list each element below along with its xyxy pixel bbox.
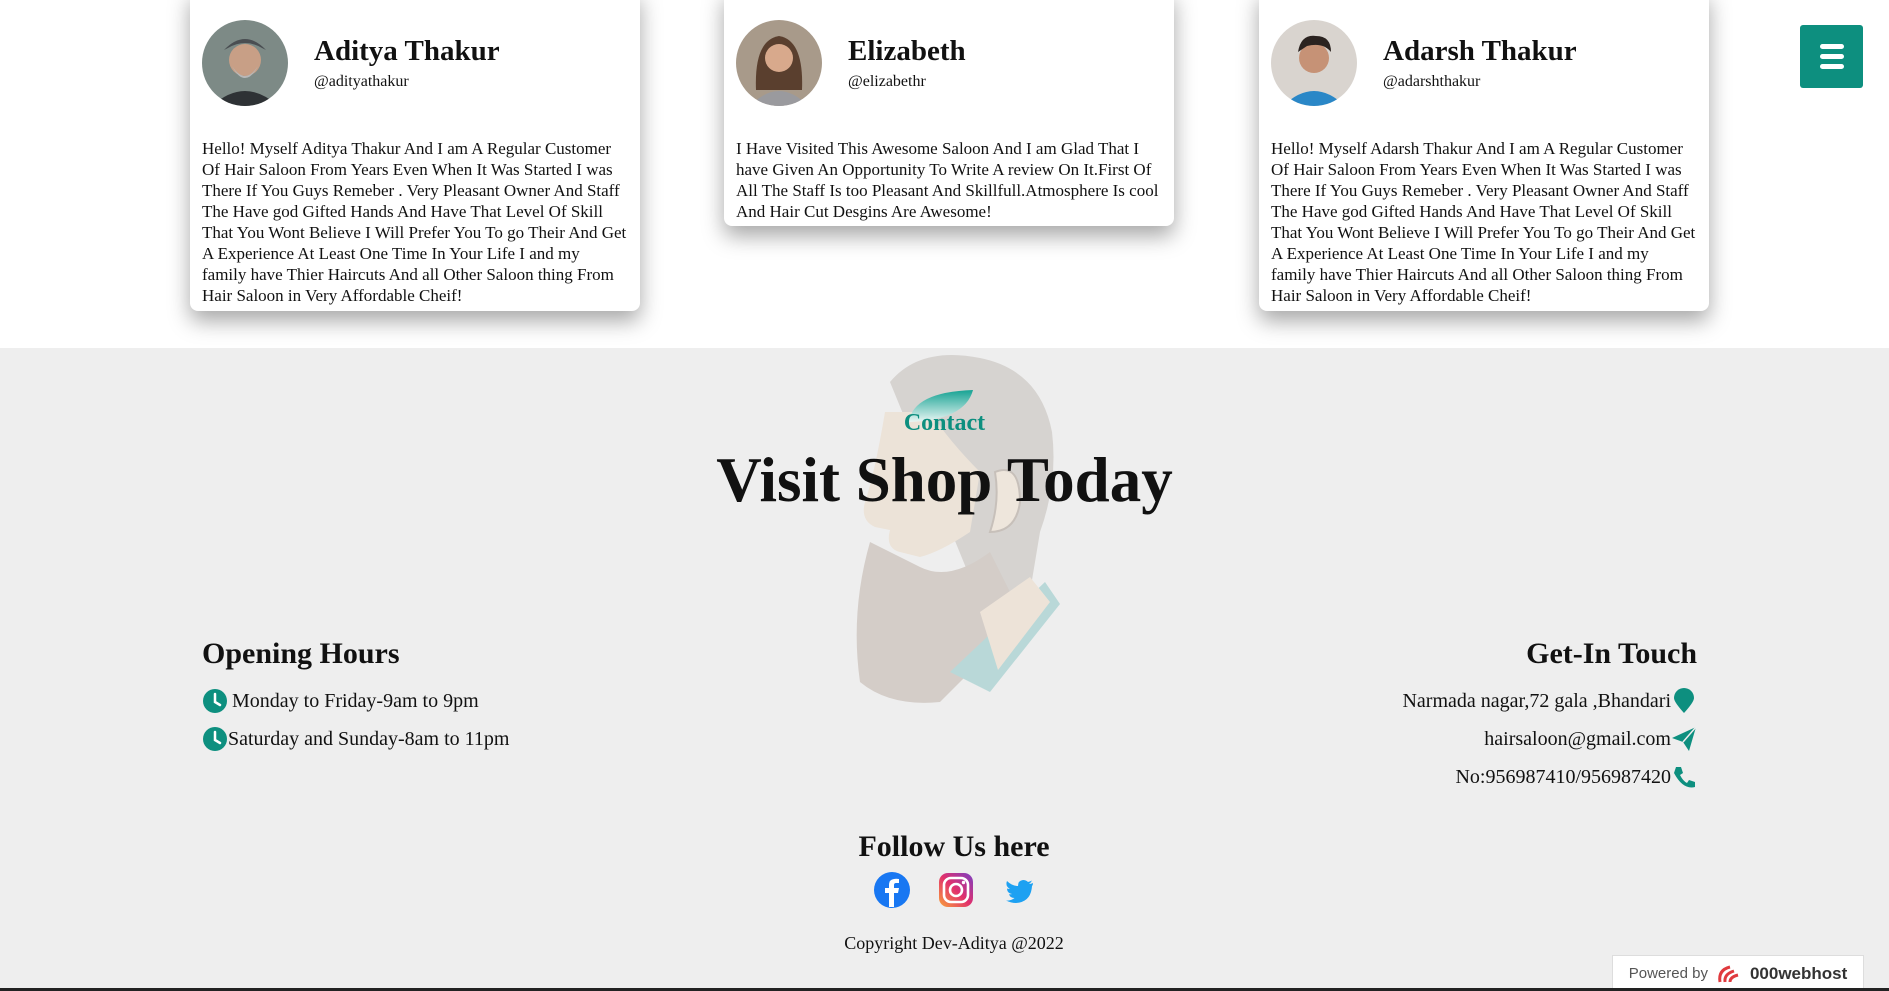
email-link[interactable]: hairsaloon@gmail.com bbox=[1484, 720, 1671, 758]
clock-icon bbox=[202, 688, 228, 714]
review-text: Hello! Myself Adarsh Thakur And I am A R… bbox=[1271, 139, 1696, 305]
address-row: Narmada nagar,72 gala ,Bhandari bbox=[1402, 682, 1697, 720]
hours-text: Saturday and Sunday-8am to 11pm bbox=[228, 728, 510, 750]
hours-row: Saturday and Sunday-8am to 11pm bbox=[202, 720, 509, 758]
contact-section: Contact Visit Shop Today Opening Hours M… bbox=[0, 348, 1889, 991]
powered-by-label: Powered by bbox=[1628, 965, 1708, 982]
powered-by-badge[interactable]: Powered by 000webhost bbox=[1612, 955, 1864, 991]
webhost-logo-icon bbox=[1718, 965, 1739, 982]
opening-hours: Opening Hours Monday to Friday-9am to 9p… bbox=[202, 636, 509, 758]
avatar bbox=[1271, 20, 1357, 106]
reviewer-name: Aditya Thakur bbox=[314, 35, 500, 67]
powered-by-brand: 000webhost bbox=[1749, 963, 1848, 983]
reviewer-name: Elizabeth bbox=[848, 35, 966, 67]
facebook-icon[interactable] bbox=[873, 871, 911, 909]
social-links bbox=[873, 871, 1039, 909]
get-in-touch-title: Get-In Touch bbox=[1526, 637, 1697, 670]
address-text: Narmada nagar,72 gala ,Bhandari bbox=[1402, 690, 1671, 712]
review-card: Elizabeth @elizabethr I Have Visited Thi… bbox=[724, 0, 1174, 226]
instagram-icon[interactable] bbox=[937, 871, 975, 909]
review-card: Aditya Thakur @adityathakur Hello! Mysel… bbox=[190, 0, 640, 311]
phone-link[interactable]: No:956987410/956987420 bbox=[1455, 758, 1671, 796]
clock-icon bbox=[202, 726, 228, 752]
section-eyebrow: Contact bbox=[903, 410, 986, 436]
copyright-text: Copyright Dev-Aditya @2022 bbox=[844, 933, 1064, 953]
review-card: Adarsh Thakur @adarshthakur Hello! Mysel… bbox=[1259, 0, 1709, 311]
phone-icon bbox=[1671, 764, 1697, 790]
follow-heading: Follow Us here bbox=[858, 830, 1050, 863]
email-row[interactable]: hairsaloon@gmail.com bbox=[1402, 720, 1697, 758]
reviewer-handle: @adityathakur bbox=[314, 73, 409, 90]
avatar bbox=[202, 20, 288, 106]
menu-button[interactable] bbox=[1800, 25, 1863, 88]
reviewer-handle: @elizabethr bbox=[848, 73, 926, 90]
review-text: I Have Visited This Awesome Saloon And I… bbox=[736, 139, 1159, 221]
reviews-section: Aditya Thakur @adityathakur Hello! Mysel… bbox=[0, 0, 1889, 348]
reviewer-name: Adarsh Thakur bbox=[1383, 35, 1577, 67]
twitter-icon[interactable] bbox=[1001, 871, 1039, 909]
phone-row[interactable]: No:956987410/956987420 bbox=[1402, 758, 1697, 796]
opening-hours-title: Opening Hours bbox=[202, 637, 400, 670]
hours-text: Monday to Friday-9am to 9pm bbox=[232, 690, 479, 712]
menu-icon bbox=[1819, 44, 1844, 49]
section-headline: Visit Shop Today bbox=[716, 445, 1173, 515]
review-text: Hello! Myself Aditya Thakur And I am A R… bbox=[202, 139, 627, 305]
hours-row: Monday to Friday-9am to 9pm bbox=[202, 682, 509, 720]
get-in-touch: Get-In Touch Narmada nagar,72 gala ,Bhan… bbox=[1402, 636, 1697, 796]
location-pin-icon bbox=[1671, 688, 1697, 714]
avatar bbox=[736, 20, 822, 106]
paper-plane-icon bbox=[1671, 726, 1697, 752]
reviewer-handle: @adarshthakur bbox=[1383, 73, 1481, 90]
